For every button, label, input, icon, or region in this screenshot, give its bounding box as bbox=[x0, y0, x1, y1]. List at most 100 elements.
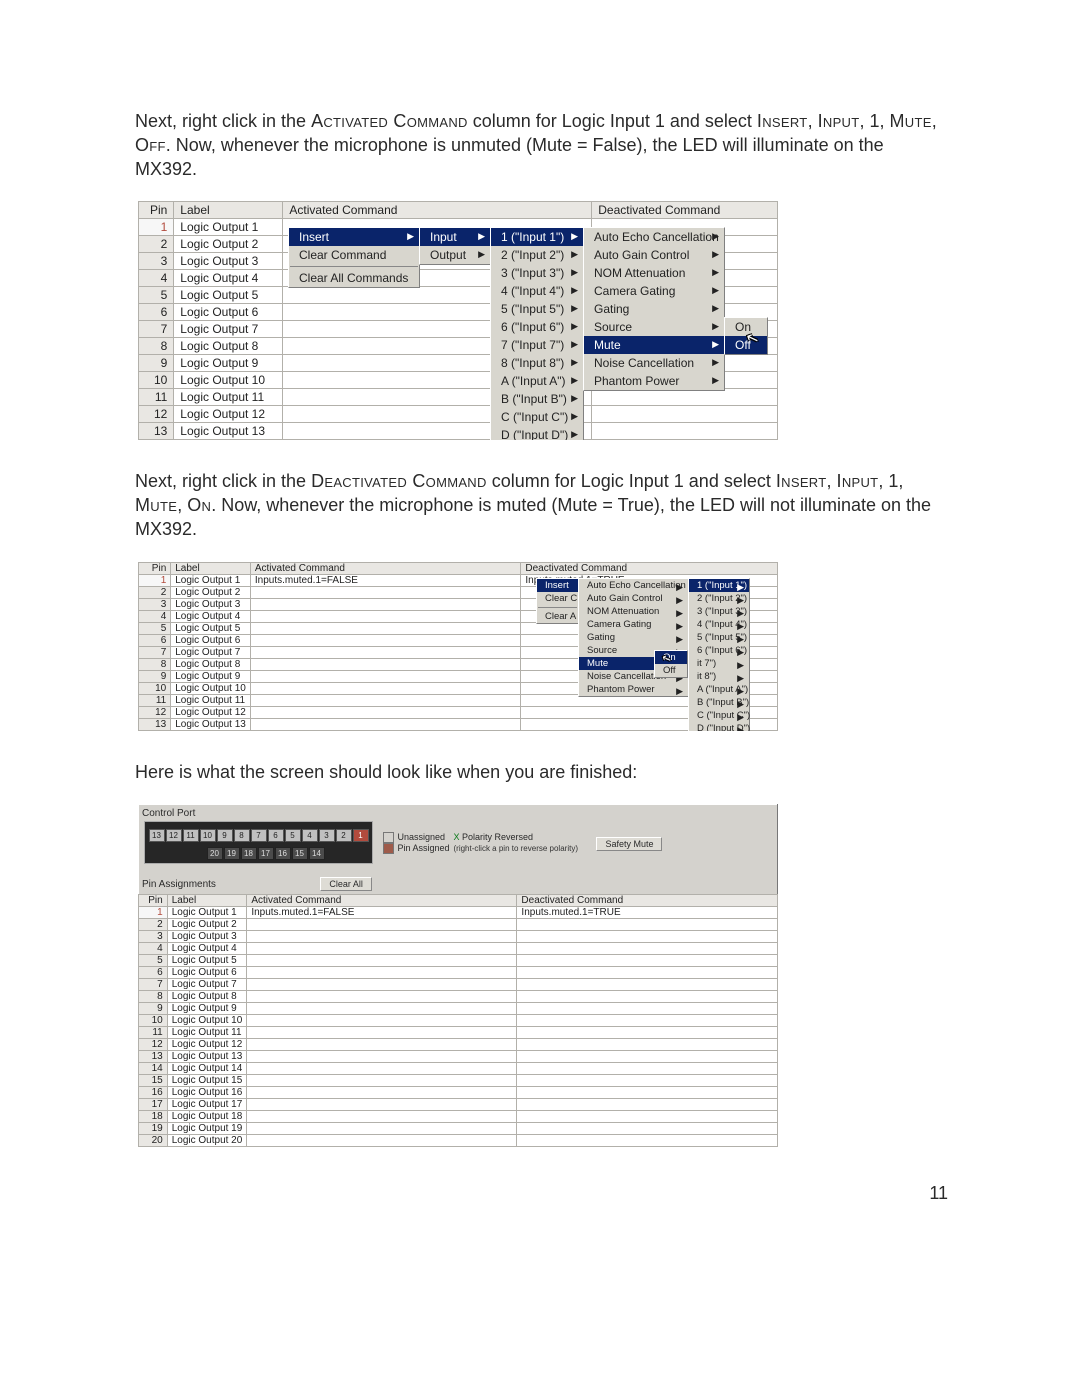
activated-cell[interactable] bbox=[250, 718, 521, 730]
menu-item-input-5[interactable]: 5 ("Input 5")▶ bbox=[689, 631, 749, 644]
deactivated-cell[interactable] bbox=[517, 931, 778, 943]
menu-item-input-6[interactable]: 6 ("Input 6")▶ bbox=[689, 644, 749, 657]
deactivated-cell[interactable] bbox=[517, 1063, 778, 1075]
menu-item-input-4[interactable]: 4 ("Input 4")▶ bbox=[689, 618, 749, 631]
menu-item-input-5[interactable]: 5 ("Input 5")▶ bbox=[491, 300, 583, 318]
col-header-activated[interactable]: Activated Command bbox=[283, 202, 592, 219]
menu-item-prop[interactable]: Auto Gain Control▶ bbox=[579, 592, 688, 605]
menu-item-input-7[interactable]: it 7")▶ bbox=[689, 657, 749, 670]
menu-item-input-8[interactable]: 8 ("Input 8")▶ bbox=[491, 354, 583, 372]
table-row[interactable]: 9Logic Output 9 bbox=[139, 1003, 778, 1015]
table-row[interactable]: 8Logic Output 8 bbox=[139, 991, 778, 1003]
menu-item-clear-all[interactable]: Clear A bbox=[537, 610, 578, 623]
pin-cell-17[interactable]: 17 bbox=[258, 847, 274, 860]
menu-item-prop[interactable]: Gating▶ bbox=[579, 631, 688, 644]
activated-cell[interactable] bbox=[247, 991, 517, 1003]
col-header-label[interactable]: Label bbox=[174, 202, 283, 219]
table-row[interactable]: 14Logic Output 14 bbox=[139, 1063, 778, 1075]
activated-cell[interactable] bbox=[247, 919, 517, 931]
table-row[interactable]: 4Logic Output 4 bbox=[139, 943, 778, 955]
menu-item-clear-all-commands[interactable]: Clear All Commands bbox=[289, 269, 419, 287]
table-row[interactable]: 13Logic Output 13 bbox=[139, 718, 778, 730]
deactivated-cell[interactable] bbox=[517, 1087, 778, 1099]
menu-item-input-3[interactable]: 3 ("Input 3")▶ bbox=[689, 605, 749, 618]
table-row[interactable]: 12Logic Output 12 bbox=[139, 406, 778, 423]
submenu-properties[interactable]: Auto Echo Cancellation▶Auto Gain Control… bbox=[578, 578, 689, 697]
col-header-pin[interactable]: Pin bbox=[139, 895, 168, 907]
activated-cell[interactable] bbox=[250, 646, 521, 658]
activated-cell[interactable] bbox=[250, 706, 521, 718]
col-header-label[interactable]: Label bbox=[171, 562, 251, 574]
pin-cell-19[interactable]: 19 bbox=[224, 847, 240, 860]
col-header-deactivated[interactable]: Deactivated Command bbox=[521, 562, 778, 574]
table-row[interactable]: 6Logic Output 6 bbox=[139, 967, 778, 979]
menu-item-prop[interactable]: NOM Attenuation▶ bbox=[579, 605, 688, 618]
deactivated-cell[interactable] bbox=[517, 1099, 778, 1111]
menu-item-prop[interactable]: Noise Cancellation▶ bbox=[584, 354, 724, 372]
menu-item-prop[interactable]: Camera Gating▶ bbox=[579, 618, 688, 631]
deactivated-cell[interactable] bbox=[517, 1123, 778, 1135]
activated-cell[interactable] bbox=[247, 943, 517, 955]
deactivated-cell[interactable] bbox=[592, 406, 778, 423]
col-header-deactivated[interactable]: Deactivated Command bbox=[592, 202, 778, 219]
menu-item-input-9[interactable]: A ("Input A")▶ bbox=[689, 683, 749, 696]
pin-cell-16[interactable]: 16 bbox=[275, 847, 291, 860]
menu-item-input-11[interactable]: C ("Input C")▶ bbox=[689, 709, 749, 722]
col-header-deactivated[interactable]: Deactivated Command bbox=[517, 895, 778, 907]
menu-item-prop[interactable]: Gating▶ bbox=[584, 300, 724, 318]
activated-cell[interactable] bbox=[250, 622, 521, 634]
pin-cell-6[interactable]: 6 bbox=[268, 829, 284, 842]
deactivated-cell[interactable] bbox=[517, 991, 778, 1003]
deactivated-cell[interactable] bbox=[592, 423, 778, 440]
pin-cell-10[interactable]: 10 bbox=[200, 829, 216, 842]
submenu-inputs[interactable]: 1 ("Input 1")▶2 ("Input 2")▶3 ("Input 3"… bbox=[490, 227, 584, 440]
activated-cell[interactable] bbox=[247, 1003, 517, 1015]
menu-item-output[interactable]: Output▶ bbox=[420, 246, 490, 264]
activated-cell[interactable] bbox=[250, 694, 521, 706]
menu-item-input-7[interactable]: 7 ("Input 7")▶ bbox=[491, 336, 583, 354]
activated-cell[interactable] bbox=[250, 610, 521, 622]
table-row[interactable]: 19Logic Output 19 bbox=[139, 1123, 778, 1135]
table-row[interactable]: 15Logic Output 15 bbox=[139, 1075, 778, 1087]
table-row[interactable]: 5Logic Output 5 bbox=[139, 955, 778, 967]
menu-item-input-12[interactable]: D ("Input D")▶ bbox=[689, 722, 749, 731]
table-row[interactable]: 13Logic Output 13 bbox=[139, 423, 778, 440]
activated-cell[interactable] bbox=[247, 1063, 517, 1075]
pin-cell-14[interactable]: 14 bbox=[309, 847, 325, 860]
menu-item-input-9[interactable]: A ("Input A")▶ bbox=[491, 372, 583, 390]
activated-cell[interactable] bbox=[247, 967, 517, 979]
deactivated-cell[interactable] bbox=[517, 919, 778, 931]
pin-connector[interactable]: 13121110987654321 20191817161514 bbox=[144, 821, 373, 864]
menu-item-input-8[interactable]: it 8")▶ bbox=[689, 670, 749, 683]
pin-cell-2[interactable]: 2 bbox=[336, 829, 352, 842]
menu-item-prop[interactable]: Auto Echo Cancellation▶ bbox=[579, 579, 688, 592]
menu-item-input[interactable]: Input▶ bbox=[420, 228, 490, 246]
pin-cell-20[interactable]: 20 bbox=[207, 847, 223, 860]
menu-item-input-6[interactable]: 6 ("Input 6")▶ bbox=[491, 318, 583, 336]
activated-cell[interactable] bbox=[247, 931, 517, 943]
pin-cell-18[interactable]: 18 bbox=[241, 847, 257, 860]
clear-all-button[interactable]: Clear All bbox=[320, 877, 372, 891]
menu-item-prop[interactable]: Camera Gating▶ bbox=[584, 282, 724, 300]
deactivated-cell[interactable] bbox=[517, 979, 778, 991]
activated-cell[interactable] bbox=[250, 682, 521, 694]
table-row[interactable]: 3Logic Output 3 bbox=[139, 931, 778, 943]
activated-cell[interactable] bbox=[247, 979, 517, 991]
table-row[interactable]: 2Logic Output 2 bbox=[139, 919, 778, 931]
activated-cell[interactable] bbox=[247, 1099, 517, 1111]
safety-mute-button[interactable]: Safety Mute bbox=[596, 837, 662, 851]
table-row[interactable]: 12Logic Output 12 bbox=[139, 1039, 778, 1051]
submenu-inputs[interactable]: 1 ("Input 1")▶2 ("Input 2")▶3 ("Input 3"… bbox=[688, 578, 750, 731]
table-row[interactable]: 11Logic Output 11 bbox=[139, 389, 778, 406]
context-menu-root[interactable]: Insert▶ Clear Command Clear All Commands bbox=[288, 227, 420, 288]
activated-cell[interactable] bbox=[250, 658, 521, 670]
menu-item-input-2[interactable]: 2 ("Input 2")▶ bbox=[689, 592, 749, 605]
menu-item-prop[interactable]: Mute▶ bbox=[584, 336, 724, 354]
activated-cell[interactable] bbox=[247, 1039, 517, 1051]
menu-item-input-10[interactable]: B ("Input B")▶ bbox=[689, 696, 749, 709]
menu-item-input-11[interactable]: C ("Input C")▶ bbox=[491, 408, 583, 426]
deactivated-cell[interactable]: Inputs.muted.1=TRUE bbox=[517, 907, 778, 919]
deactivated-cell[interactable] bbox=[517, 1015, 778, 1027]
deactivated-cell[interactable] bbox=[517, 967, 778, 979]
menu-item-input-4[interactable]: 4 ("Input 4")▶ bbox=[491, 282, 583, 300]
